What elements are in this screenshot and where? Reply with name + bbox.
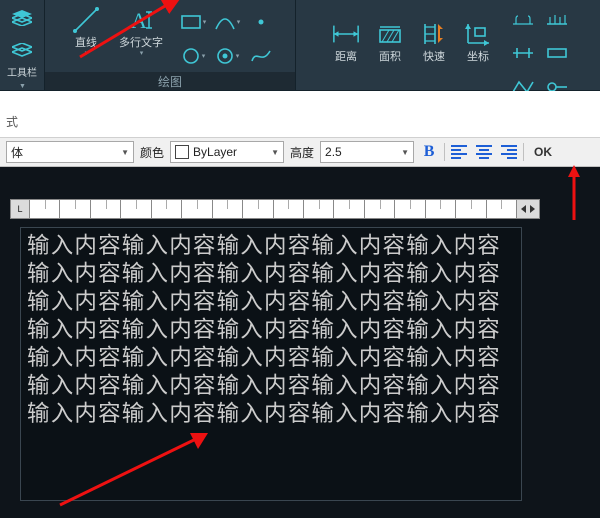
quick-button[interactable]: 快速 — [413, 18, 455, 86]
chevron-down-icon: ▼ — [271, 148, 279, 157]
align-left-button[interactable] — [451, 143, 469, 161]
distance-icon — [332, 20, 360, 48]
mtext-editor[interactable]: 输入内容输入内容输入内容输入内容输入内容输入内容输入内容输入内容输入内容输入内容… — [20, 227, 522, 501]
ruler-right-button[interactable] — [516, 199, 540, 219]
draw-mini-col-1: ▾ ▾ — [175, 6, 207, 70]
align-right-button[interactable] — [499, 143, 517, 161]
align-center-button[interactable] — [475, 143, 493, 161]
donut-icon[interactable]: ▾ — [213, 42, 241, 70]
color-label: 颜色 — [140, 144, 164, 161]
draw-mini-col-2: ▾ ▾ — [209, 6, 241, 70]
area-icon — [376, 20, 404, 48]
measure-mini-col-2 — [539, 3, 571, 101]
separator — [444, 143, 445, 161]
layers-icon-2[interactable] — [8, 36, 36, 64]
toolbox-caption: 工具栏 — [7, 68, 37, 79]
chevron-down-icon: ▼ — [401, 148, 409, 157]
color-dropdown[interactable]: ByLayer ▼ — [170, 141, 284, 163]
rectangle-icon[interactable]: ▾ — [179, 8, 207, 36]
ribbon: 工具栏 ▼ 直线 ▾ A 多行文字 ▾ ▾ ▾ — [0, 0, 600, 91]
style-hint: 式 — [6, 113, 18, 130]
chevron-down-icon[interactable]: ▼ — [19, 83, 26, 90]
draw-mini-col-3 — [243, 6, 275, 70]
ribbon-panel-draw: 直线 ▾ A 多行文字 ▾ ▾ ▾ ▾ ▾ — [45, 0, 296, 90]
mtext-button[interactable]: A 多行文字 ▾ — [109, 4, 173, 72]
circle-icon[interactable]: ▾ — [179, 42, 207, 70]
chevron-down-icon: ▼ — [121, 148, 129, 157]
drawing-canvas[interactable]: L 输入内容输入内容输入内容输入内容输入内容输入内容输入内容输入内容输入内容输入… — [0, 167, 600, 518]
spline-icon[interactable] — [247, 42, 275, 70]
arc-icon[interactable]: ▾ — [213, 8, 241, 36]
ribbon-panel-measure: 距离 面积 快速 坐标 — [296, 0, 600, 90]
ribbon-panel-toolbox: 工具栏 ▼ — [0, 0, 45, 90]
ruler: L — [10, 199, 540, 219]
height-label: 高度 — [290, 144, 314, 161]
annotation-arrow — [554, 165, 594, 225]
coord-icon — [464, 20, 492, 48]
text-format-toolbar: 体 ▼ 颜色 ByLayer ▼ 高度 2.5 ▼ B OK — [0, 138, 600, 167]
separator — [523, 143, 524, 161]
text-icon: A — [127, 6, 155, 34]
line-button[interactable]: 直线 ▾ — [65, 4, 107, 72]
measure-mini-col-1 — [505, 3, 537, 101]
coord-button[interactable]: 坐标 — [457, 18, 499, 86]
layers-icon[interactable] — [8, 4, 36, 32]
chevron-down-icon: ▾ — [85, 49, 89, 57]
height-dropdown[interactable]: 2.5 ▼ — [320, 141, 414, 163]
panel-title-draw: 绘图 — [45, 72, 295, 90]
quick-icon — [420, 20, 448, 48]
bold-button[interactable]: B — [420, 143, 438, 161]
line-icon — [72, 6, 100, 34]
chevron-down-icon: ▾ — [140, 49, 144, 57]
dim-icon-5[interactable] — [543, 39, 571, 67]
distance-button[interactable]: 距离 — [325, 18, 367, 86]
color-swatch — [175, 145, 189, 159]
ok-button[interactable]: OK — [530, 145, 556, 159]
style-bar: 式 — [0, 91, 600, 138]
dim-icon-1[interactable] — [509, 5, 537, 33]
dim-icon-4[interactable] — [543, 5, 571, 33]
area-button[interactable]: 面积 — [369, 18, 411, 86]
svg-text:A: A — [131, 8, 147, 33]
ruler-scale[interactable] — [30, 199, 516, 219]
font-dropdown[interactable]: 体 ▼ — [6, 141, 134, 163]
ruler-left-button[interactable]: L — [10, 199, 30, 219]
dim-icon-2[interactable] — [509, 39, 537, 67]
point-icon[interactable] — [247, 8, 275, 36]
